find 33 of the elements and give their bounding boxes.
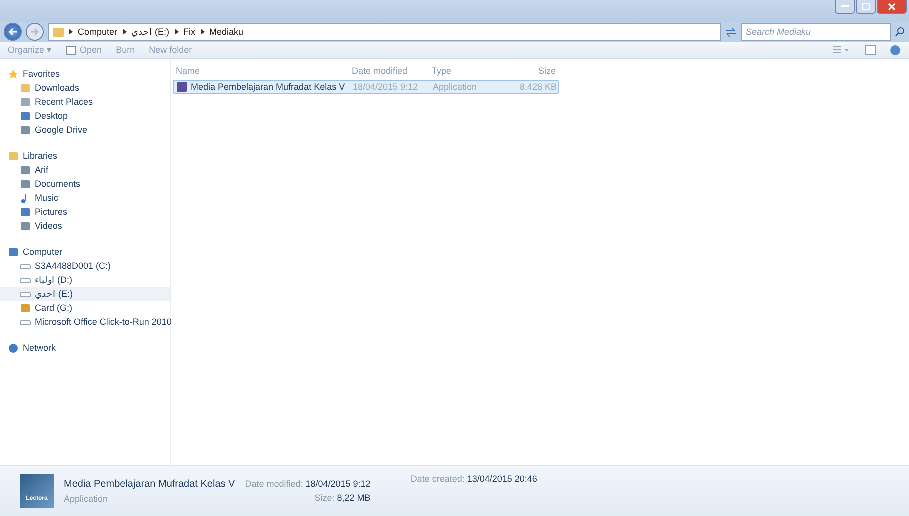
detail-field: Date modified: 18/04/2015 9:12 (245, 479, 371, 489)
sidebar-item[interactable]: S3A4488D001 (C:) (0, 259, 170, 273)
sidebar-item[interactable]: احدي (E:) (0, 287, 170, 301)
sidebar-item[interactable]: Card (G:) (0, 301, 170, 315)
sidebar-item[interactable]: Libraries (0, 149, 170, 163)
sidebar-item[interactable]: اولياء (D:) (0, 273, 170, 287)
detail-field: Size: 8,22 MB (314, 493, 371, 503)
table-cell-text: 8.428 KB (518, 82, 557, 92)
table-cell-text: Application (433, 82, 478, 92)
sidebar-item[interactable]: Favorites (0, 67, 170, 81)
file-type: Application (64, 494, 110, 504)
file-row[interactable]: Media Pembelajaran Mufradat Kelas V 18/04/2015 9:12 Application 8.428 KB (173, 80, 559, 94)
search-field[interactable]: Search Mediaku (741, 23, 891, 41)
sidebar-item[interactable]: Downloads (0, 81, 170, 95)
sidebar-item[interactable]: Network (0, 341, 170, 355)
breadcrumb-item[interactable]: احدي (E:) (132, 27, 170, 37)
sidebar-item[interactable]: Recent Places (0, 95, 170, 109)
table-cell-text: 18/04/2015 9:12 (353, 82, 420, 92)
sidebar-item[interactable]: Computer (0, 245, 170, 259)
breadcrumb-item[interactable]: Mediaku (210, 27, 244, 37)
file-name: Media Pembelajaran Mufradat Kelas V (64, 478, 236, 490)
breadcrumb-item[interactable]: Fix (184, 27, 196, 37)
breadcrumb-item[interactable]: Computer (78, 27, 118, 37)
sidebar-item[interactable]: Microsoft Office Click-to-Run 2010 (0, 315, 170, 329)
sidebar-item[interactable]: Videos (0, 219, 170, 233)
sidebar-item[interactable]: Desktop (0, 109, 170, 123)
sidebar-item[interactable]: Documents (0, 177, 170, 191)
detail-field: Date created: 13/04/2015 20:46 (410, 474, 538, 484)
sidebar-item[interactable]: Music (0, 191, 170, 205)
sidebar-item[interactable]: Google Drive (0, 123, 170, 137)
sidebar-item[interactable]: Pictures (0, 205, 170, 219)
sidebar-item[interactable]: Arif (0, 163, 170, 177)
table-cell: Media Pembelajaran Mufradat Kelas V (177, 82, 353, 92)
